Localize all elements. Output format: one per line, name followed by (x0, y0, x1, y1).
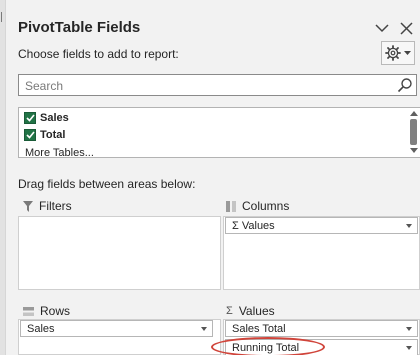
more-tables-link[interactable]: More Tables... (25, 147, 94, 159)
pill-label: Sales Total (232, 322, 286, 335)
rows-field-sales[interactable]: Sales (20, 320, 213, 337)
pane-title: PivotTable Fields (18, 19, 141, 36)
edge-marker (1, 12, 4, 22)
filters-drop-area[interactable] (18, 216, 221, 290)
gear-icon (385, 45, 401, 61)
pill-label: Sales (27, 322, 55, 335)
rows-area-header: Rows (23, 304, 70, 318)
tools-button[interactable] (381, 41, 415, 65)
search-icon[interactable] (397, 77, 413, 93)
values-field-sales-total[interactable]: Sales Total (225, 320, 418, 337)
field-item-sales[interactable]: Sales (24, 110, 69, 126)
field-label: Sales (40, 112, 69, 124)
chevron-down-icon[interactable] (406, 224, 412, 228)
values-label: Values (238, 304, 275, 318)
sigma-icon: Σ (226, 305, 233, 317)
rows-label: Rows (40, 304, 71, 318)
drag-instruction: Drag fields between areas below: (18, 177, 196, 191)
scroll-thumb[interactable] (410, 119, 417, 145)
choose-fields-label: Choose fields to add to report: (18, 47, 179, 61)
field-item-total[interactable]: Total (24, 127, 65, 143)
close-icon[interactable] (398, 20, 414, 36)
chevron-down-icon[interactable] (406, 327, 412, 331)
field-list-scrollbar[interactable] (407, 108, 420, 157)
columns-label: Columns (242, 199, 290, 213)
gear-dropdown-icon (404, 50, 411, 55)
values-area-header: Σ Values (226, 304, 275, 318)
pivottable-fields-pane: PivotTable Fields Choose fields to add t… (5, 0, 420, 355)
field-checkbox[interactable] (24, 112, 36, 124)
rows-icon (23, 306, 34, 316)
scroll-up-arrow[interactable] (410, 111, 418, 116)
chevron-down-icon[interactable] (406, 346, 412, 350)
columns-field-values[interactable]: Σ Values (225, 217, 418, 234)
pill-label: Running Total (232, 341, 300, 354)
funnel-icon (23, 200, 33, 212)
field-label: Total (40, 129, 66, 141)
values-field-running-total[interactable]: Running Total (225, 339, 418, 355)
chevron-down-icon[interactable] (201, 327, 207, 331)
search-placeholder: Search (25, 79, 64, 93)
field-checkbox[interactable] (24, 129, 36, 141)
search-input[interactable]: Search (18, 74, 417, 96)
pill-label: Σ Values (232, 219, 275, 232)
filters-label: Filters (39, 199, 72, 213)
field-list: Sales Total More Tables... (18, 107, 420, 159)
columns-area-header: Columns (226, 199, 289, 213)
filters-area-header: Filters (23, 199, 72, 213)
scroll-down-arrow[interactable] (410, 148, 418, 153)
chevron-down-icon[interactable] (374, 20, 390, 36)
columns-icon (226, 200, 236, 212)
